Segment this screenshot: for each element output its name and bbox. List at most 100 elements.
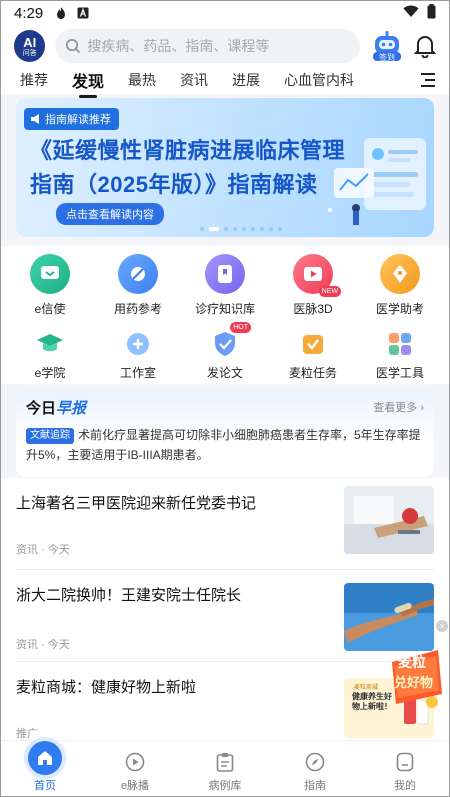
tab-menu-icon[interactable]: [420, 73, 436, 87]
bottom-nav: 首页 e脉播 病例库 指南 我的: [0, 740, 450, 797]
feature-studio[interactable]: 工作室: [93, 330, 183, 381]
studio-icon: [124, 330, 152, 358]
tab-discover[interactable]: 发现: [72, 68, 104, 92]
tab-recommend[interactable]: 推荐: [20, 70, 48, 90]
notification-button[interactable]: [413, 34, 437, 59]
feature-drug-reference[interactable]: 用药参考: [93, 254, 183, 317]
feature-exam-helper[interactable]: 医学助考: [355, 254, 445, 317]
feature-label: 医学助考: [375, 302, 424, 316]
feature-label: 工作室: [119, 366, 156, 380]
report-body: 文献追踪 术前化疗显著提高可切除非小细胞肺癌患者生存率，5年生存率提升5%，主要适…: [26, 425, 426, 465]
nav-label: 首页: [34, 780, 56, 792]
checkin-label: 签到: [379, 53, 395, 62]
checkin-button[interactable]: 签到: [372, 30, 402, 62]
banner-cta-button[interactable]: 点击查看解读内容: [56, 203, 164, 225]
nav-label: 指南: [304, 780, 326, 792]
status-bar: 4:29: [0, 0, 450, 26]
play-circle-icon: [124, 751, 146, 773]
nav-guideline[interactable]: 指南: [270, 741, 360, 797]
promo-item[interactable]: 麦粒商城：健康好物上新啦 推广 麦粒商城 健康养生好物上新啦！: [0, 662, 450, 740]
news-meta: 推广: [16, 728, 38, 740]
play-icon: NEW: [293, 254, 341, 297]
feature-publish-paper[interactable]: HOT 发论文: [180, 322, 270, 381]
report-title-b: 早报: [56, 400, 87, 417]
news-thumbnail: [344, 486, 434, 554]
feature-maili-tasks[interactable]: 麦粒任务: [268, 330, 358, 381]
report-more-text: 查看更多: [373, 402, 418, 414]
feature-e-academy[interactable]: e学院: [5, 330, 95, 381]
nav-label: 我的: [394, 780, 416, 792]
nav-label: e脉播: [120, 780, 150, 792]
feature-label: 诊疗知识库: [194, 302, 255, 316]
compass-icon: [304, 751, 326, 773]
check-bag-icon: [299, 330, 327, 358]
clipboard-icon: [214, 751, 236, 773]
news-item[interactable]: 上海著名三甲医院迎来新任党委书记 资讯 · 今天: [0, 478, 450, 570]
tab-progress[interactable]: 进展: [232, 70, 260, 90]
morning-report-card[interactable]: 今日早报 查看更多 › 文献追踪 术前化疗显著提高可切除非小细胞肺癌患者生存率，5…: [16, 389, 434, 477]
search-placeholder: 搜疾病、药品、指南、课程等: [87, 38, 270, 54]
category-tabs: 推荐 发现 最热 资讯 进展 心血管内科: [0, 66, 450, 94]
tab-cardiology[interactable]: 心血管内科: [284, 70, 354, 90]
promo-thumb-top: 麦粒商城: [354, 685, 379, 691]
a-icon: [75, 6, 91, 20]
feature-label: e信使: [34, 302, 66, 316]
news-title: 麦粒商城：健康好物上新啦: [16, 679, 197, 696]
hot-badge: HOT: [230, 322, 251, 333]
search-icon: [66, 39, 81, 54]
tab-hottest[interactable]: 最热: [128, 70, 156, 90]
feature-medical-tools[interactable]: 医学工具: [355, 330, 445, 381]
nav-label: 病例库: [208, 780, 242, 792]
report-title-a: 今日: [26, 400, 57, 417]
report-title: 今日早报: [26, 397, 86, 418]
feature-label: 发论文: [206, 366, 243, 380]
feature-grid: e信使 用药参考 诊疗知识库 NEW 医脉3D 医学助考 e学院 工作室 HOT…: [0, 246, 450, 384]
feature-label: 医学工具: [375, 366, 424, 380]
chat-icon: [30, 254, 70, 294]
new-badge: NEW: [318, 286, 341, 297]
maili-exchange-float[interactable]: 麦粒 兑好物: [384, 640, 446, 710]
ai-assistant-button[interactable]: AI 问答: [14, 30, 46, 62]
bell-icon: [413, 36, 437, 59]
feature-e-messenger[interactable]: e信使: [5, 254, 95, 317]
flame-icon: [53, 6, 69, 20]
tab-news[interactable]: 资讯: [180, 70, 208, 90]
news-item[interactable]: 浙大二院换帅！王建安院士任院长 资讯 · 今天: [0, 570, 450, 662]
banner-pagination: [200, 227, 282, 231]
battery-icon: [427, 3, 436, 23]
guideline-banner[interactable]: 指南解读推荐 《延缓慢性肾脏病进展临床管理指南（2025年版）》指南解读 点击查…: [16, 98, 434, 237]
ai-logo-subtext: 问答: [22, 49, 37, 57]
nav-emaibo[interactable]: e脉播: [90, 741, 180, 797]
banner-tag-text: 指南解读推荐: [45, 114, 111, 126]
float-close-button[interactable]: ×: [436, 620, 448, 632]
news-title: 上海著名三甲医院迎来新任党委书记: [16, 495, 257, 512]
user-icon: [394, 751, 416, 773]
nav-mine[interactable]: 我的: [360, 741, 450, 797]
feature-knowledge-base[interactable]: 诊疗知识库: [180, 254, 270, 317]
news-title: 浙大二院换帅！王建安院士任院长: [16, 587, 242, 604]
home-icon: [28, 741, 62, 775]
ai-logo-text: AI: [23, 34, 37, 50]
wifi-icon: [403, 5, 419, 22]
banner-illustration: [328, 138, 426, 225]
pen-icon: [380, 254, 420, 294]
shield-icon: HOT: [211, 322, 251, 358]
feature-label: 麦粒任务: [288, 366, 337, 380]
float-badge-line1: 麦粒: [398, 654, 426, 670]
nav-case-library[interactable]: 病例库: [180, 741, 270, 797]
report-tag: 文献追踪: [26, 428, 74, 444]
news-meta: 资讯 · 今天: [16, 544, 70, 556]
app-header: AI 问答 搜疾病、药品、指南、课程等 签到: [0, 26, 450, 66]
status-time: 4:29: [14, 4, 44, 22]
megaphone-icon: [31, 114, 39, 124]
apps-icon: [386, 330, 414, 358]
feature-label: e学院: [34, 366, 66, 380]
float-badge-line2: 兑好物: [394, 675, 434, 690]
report-more-link[interactable]: 查看更多 ›: [373, 399, 424, 415]
pill-icon: [118, 254, 158, 294]
feature-yimai-3d[interactable]: NEW 医脉3D: [268, 254, 358, 317]
search-input[interactable]: 搜疾病、药品、指南、课程等: [55, 29, 360, 63]
news-meta: 资讯 · 今天: [16, 639, 70, 651]
banner-tag: 指南解读推荐: [24, 108, 119, 130]
nav-home[interactable]: 首页: [0, 741, 90, 797]
